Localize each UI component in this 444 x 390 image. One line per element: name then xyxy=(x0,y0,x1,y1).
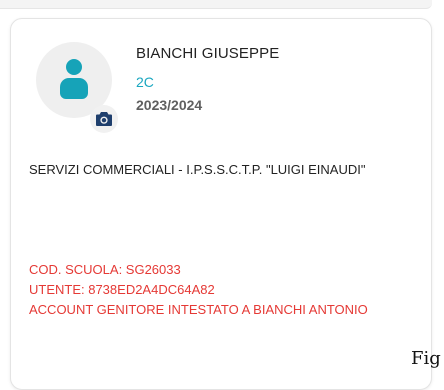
student-name: BIANCHI GIUSEPPE xyxy=(136,45,280,62)
student-class: 2C xyxy=(136,74,154,90)
account-holder: ACCOUNT GENITORE INTESTATO A BIANCHI ANT… xyxy=(29,302,368,317)
figure-caption-fragment: Fig xyxy=(411,348,441,369)
user-code: UTENTE: 8738ED2A4DC64A82 xyxy=(29,282,215,297)
school-code: COD. SCUOLA: SG26033 xyxy=(29,262,181,277)
change-photo-button[interactable] xyxy=(90,105,118,133)
previous-card-edge xyxy=(0,0,432,9)
person-icon xyxy=(66,59,82,75)
person-icon-body xyxy=(60,78,88,99)
student-profile-card: BIANCHI GIUSEPPE 2C 2023/2024 SERVIZI CO… xyxy=(10,18,432,390)
school-year: 2023/2024 xyxy=(136,97,203,113)
camera-icon xyxy=(96,112,112,126)
school-name: SERVIZI COMMERCIALI - I.P.S.S.C.T.P. "LU… xyxy=(29,162,366,177)
